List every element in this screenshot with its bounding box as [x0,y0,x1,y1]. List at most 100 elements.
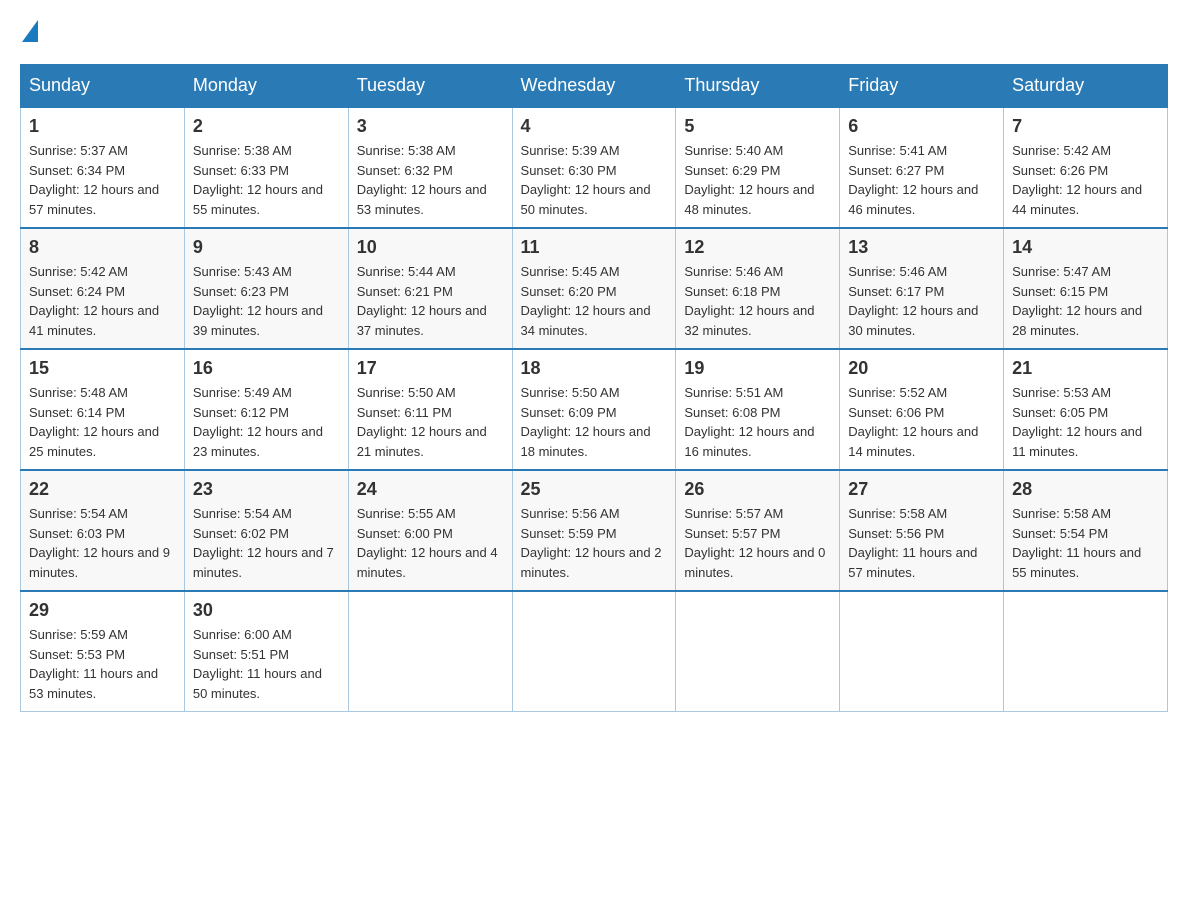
day-info: Sunrise: 5:58 AMSunset: 5:54 PMDaylight:… [1012,504,1159,582]
day-number: 8 [29,237,176,258]
day-number: 17 [357,358,504,379]
column-header-tuesday: Tuesday [348,65,512,108]
day-info: Sunrise: 5:50 AMSunset: 6:11 PMDaylight:… [357,383,504,461]
calendar-cell [1004,591,1168,712]
day-number: 3 [357,116,504,137]
day-info: Sunrise: 5:56 AMSunset: 5:59 PMDaylight:… [521,504,668,582]
calendar-cell: 11 Sunrise: 5:45 AMSunset: 6:20 PMDayligh… [512,228,676,349]
logo-triangle-icon [22,20,38,42]
calendar-cell: 26Sunrise: 5:57 AMSunset: 5:57 PMDayligh… [676,470,840,591]
day-number: 21 [1012,358,1159,379]
day-number: 22 [29,479,176,500]
column-header-sunday: Sunday [21,65,185,108]
day-number: 29 [29,600,176,621]
day-number: 4 [521,116,668,137]
day-number: 5 [684,116,831,137]
day-number: 11 [521,237,668,258]
calendar-cell: 27 Sunrise: 5:58 AMSunset: 5:56 PMDayligh… [840,470,1004,591]
calendar-cell: 28Sunrise: 5:58 AMSunset: 5:54 PMDayligh… [1004,470,1168,591]
column-header-friday: Friday [840,65,1004,108]
calendar-cell: 6Sunrise: 5:41 AMSunset: 6:27 PMDaylight… [840,107,1004,228]
day-info: Sunrise: 5:38 AMSunset: 6:32 PMDaylight:… [357,141,504,219]
calendar-cell: 20 Sunrise: 5:52 AMSunset: 6:06 PMDayligh… [840,349,1004,470]
calendar-cell: 17 Sunrise: 5:50 AMSunset: 6:11 PMDayligh… [348,349,512,470]
week-row-3: 15Sunrise: 5:48 AMSunset: 6:14 PMDayligh… [21,349,1168,470]
day-number: 30 [193,600,340,621]
day-info: Sunrise: 5:42 AMSunset: 6:24 PMDaylight:… [29,262,176,340]
column-header-wednesday: Wednesday [512,65,676,108]
calendar-cell: 22 Sunrise: 5:54 AMSunset: 6:03 PMDayligh… [21,470,185,591]
day-info: Sunrise: 5:46 AMSunset: 6:17 PMDaylight:… [848,262,995,340]
column-header-thursday: Thursday [676,65,840,108]
day-info: Sunrise: 5:39 AMSunset: 6:30 PMDaylight:… [521,141,668,219]
day-info: Sunrise: 5:54 AMSunset: 6:03 PMDaylight:… [29,504,176,582]
calendar-cell: 15Sunrise: 5:48 AMSunset: 6:14 PMDayligh… [21,349,185,470]
day-info: Sunrise: 5:53 AMSunset: 6:05 PMDaylight:… [1012,383,1159,461]
day-number: 27 [848,479,995,500]
calendar-cell: 21 Sunrise: 5:53 AMSunset: 6:05 PMDayligh… [1004,349,1168,470]
calendar-cell: 1Sunrise: 5:37 AMSunset: 6:34 PMDaylight… [21,107,185,228]
week-row-1: 1Sunrise: 5:37 AMSunset: 6:34 PMDaylight… [21,107,1168,228]
logo [20,20,38,44]
day-number: 24 [357,479,504,500]
calendar-cell: 19 Sunrise: 5:51 AMSunset: 6:08 PMDayligh… [676,349,840,470]
day-number: 23 [193,479,340,500]
day-info: Sunrise: 5:47 AMSunset: 6:15 PMDaylight:… [1012,262,1159,340]
calendar-cell: 14 Sunrise: 5:47 AMSunset: 6:15 PMDayligh… [1004,228,1168,349]
day-number: 15 [29,358,176,379]
day-info: Sunrise: 5:49 AMSunset: 6:12 PMDaylight:… [193,383,340,461]
day-info: Sunrise: 5:55 AMSunset: 6:00 PMDaylight:… [357,504,504,582]
day-info: Sunrise: 6:00 AMSunset: 5:51 PMDaylight:… [193,625,340,703]
day-number: 18 [521,358,668,379]
day-info: Sunrise: 5:43 AMSunset: 6:23 PMDaylight:… [193,262,340,340]
day-info: Sunrise: 5:52 AMSunset: 6:06 PMDaylight:… [848,383,995,461]
day-number: 9 [193,237,340,258]
day-info: Sunrise: 5:40 AMSunset: 6:29 PMDaylight:… [684,141,831,219]
page-header [20,20,1168,44]
day-info: Sunrise: 5:57 AMSunset: 5:57 PMDaylight:… [684,504,831,582]
day-number: 2 [193,116,340,137]
day-info: Sunrise: 5:58 AMSunset: 5:56 PMDaylight:… [848,504,995,582]
calendar-cell: 12 Sunrise: 5:46 AMSunset: 6:18 PMDayligh… [676,228,840,349]
week-row-5: 29 Sunrise: 5:59 AMSunset: 5:53 PMDayligh… [21,591,1168,712]
day-number: 10 [357,237,504,258]
day-info: Sunrise: 5:50 AMSunset: 6:09 PMDaylight:… [521,383,668,461]
day-info: Sunrise: 5:46 AMSunset: 6:18 PMDaylight:… [684,262,831,340]
day-number: 19 [684,358,831,379]
calendar-cell [676,591,840,712]
day-number: 7 [1012,116,1159,137]
week-row-4: 22 Sunrise: 5:54 AMSunset: 6:03 PMDayligh… [21,470,1168,591]
day-number: 14 [1012,237,1159,258]
calendar-cell [840,591,1004,712]
calendar-cell: 16 Sunrise: 5:49 AMSunset: 6:12 PMDayligh… [184,349,348,470]
calendar-cell: 23 Sunrise: 5:54 AMSunset: 6:02 PMDayligh… [184,470,348,591]
day-info: Sunrise: 5:42 AMSunset: 6:26 PMDaylight:… [1012,141,1159,219]
week-row-2: 8 Sunrise: 5:42 AMSunset: 6:24 PMDaylight… [21,228,1168,349]
day-info: Sunrise: 5:51 AMSunset: 6:08 PMDaylight:… [684,383,831,461]
calendar-cell: 18 Sunrise: 5:50 AMSunset: 6:09 PMDayligh… [512,349,676,470]
calendar-cell: 5 Sunrise: 5:40 AMSunset: 6:29 PMDaylight… [676,107,840,228]
calendar-cell [348,591,512,712]
calendar-cell: 29 Sunrise: 5:59 AMSunset: 5:53 PMDayligh… [21,591,185,712]
calendar-header-row: SundayMondayTuesdayWednesdayThursdayFrid… [21,65,1168,108]
day-info: Sunrise: 5:45 AMSunset: 6:20 PMDaylight:… [521,262,668,340]
calendar-table: SundayMondayTuesdayWednesdayThursdayFrid… [20,64,1168,712]
calendar-cell: 9 Sunrise: 5:43 AMSunset: 6:23 PMDaylight… [184,228,348,349]
calendar-cell [512,591,676,712]
calendar-cell: 30 Sunrise: 6:00 AMSunset: 5:51 PMDayligh… [184,591,348,712]
day-number: 16 [193,358,340,379]
day-info: Sunrise: 5:41 AMSunset: 6:27 PMDaylight:… [848,141,995,219]
day-number: 13 [848,237,995,258]
calendar-cell: 24 Sunrise: 5:55 AMSunset: 6:00 PMDayligh… [348,470,512,591]
calendar-cell: 8 Sunrise: 5:42 AMSunset: 6:24 PMDaylight… [21,228,185,349]
calendar-cell: 7 Sunrise: 5:42 AMSunset: 6:26 PMDaylight… [1004,107,1168,228]
calendar-cell: 2 Sunrise: 5:38 AMSunset: 6:33 PMDaylight… [184,107,348,228]
calendar-cell: 10Sunrise: 5:44 AMSunset: 6:21 PMDayligh… [348,228,512,349]
calendar-cell: 4 Sunrise: 5:39 AMSunset: 6:30 PMDaylight… [512,107,676,228]
day-number: 20 [848,358,995,379]
day-info: Sunrise: 5:38 AMSunset: 6:33 PMDaylight:… [193,141,340,219]
day-number: 12 [684,237,831,258]
day-info: Sunrise: 5:59 AMSunset: 5:53 PMDaylight:… [29,625,176,703]
day-number: 1 [29,116,176,137]
day-info: Sunrise: 5:54 AMSunset: 6:02 PMDaylight:… [193,504,340,582]
